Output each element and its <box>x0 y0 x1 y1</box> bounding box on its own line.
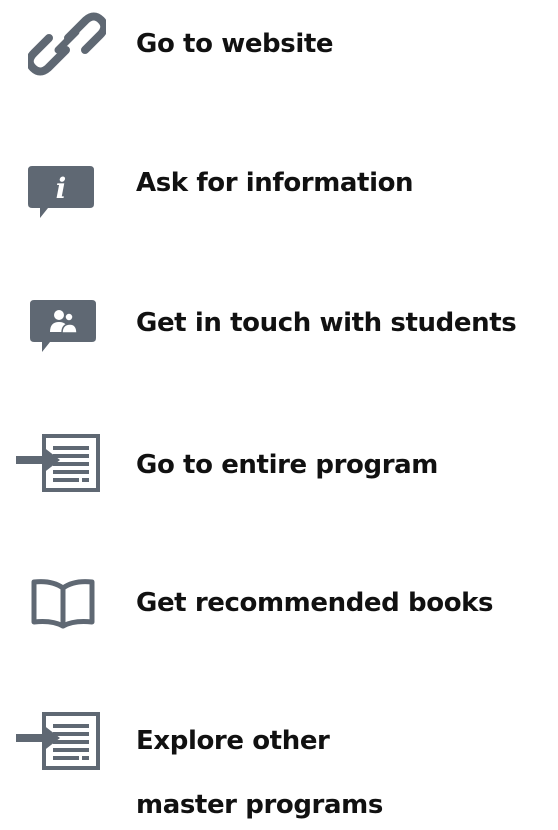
get-recommended-books-label: Get recommended books <box>136 588 494 618</box>
get-in-touch-link[interactable]: Get in touch with students <box>0 280 558 380</box>
info-bubble-icon: i <box>28 166 94 218</box>
ask-for-information-label: Ask for information <box>136 168 414 198</box>
go-to-entire-program-label: Go to entire program <box>136 450 438 480</box>
svg-text:i: i <box>56 172 67 205</box>
go-to-website-link[interactable]: Go to website <box>0 0 558 100</box>
explore-other-label-line2: master programs <box>136 790 383 820</box>
go-to-entire-program-link[interactable]: Go to entire program <box>0 420 558 520</box>
ask-for-information-link[interactable]: i Ask for information <box>0 140 558 240</box>
explore-other-label-line1: Explore other <box>136 726 330 756</box>
go-to-website-label: Go to website <box>136 29 334 59</box>
get-in-touch-label: Get in touch with students <box>136 308 517 338</box>
get-recommended-books-link[interactable]: Get recommended books <box>0 560 558 660</box>
document-arrow-icon <box>16 434 100 492</box>
link-icon <box>28 12 106 76</box>
open-book-icon <box>31 579 95 629</box>
document-arrow-icon <box>16 712 100 770</box>
contact-bubble-icon <box>30 300 96 352</box>
explore-other-programs-link[interactable]: Explore other master programs <box>0 700 558 830</box>
